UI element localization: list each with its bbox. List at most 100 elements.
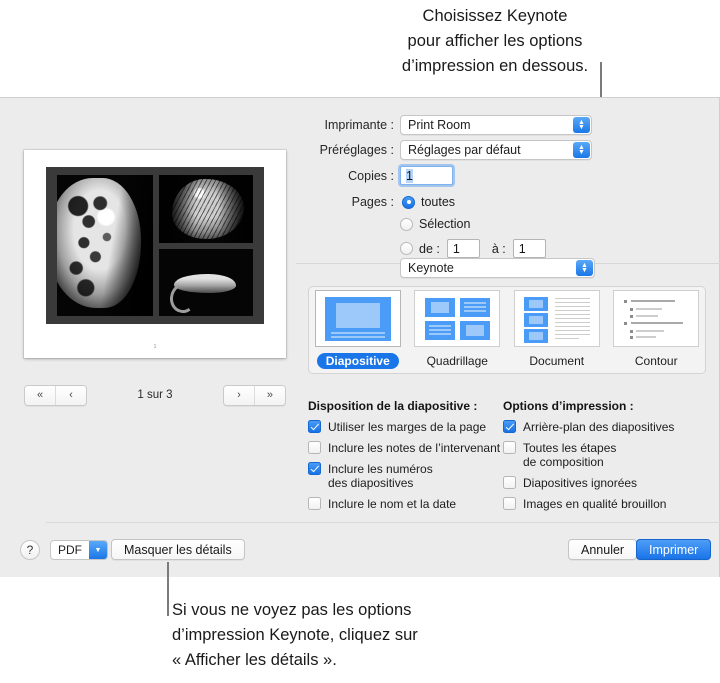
layout-options-group: Diapositive Quadrillage Document Contour xyxy=(308,290,706,369)
preview-slide xyxy=(46,167,264,324)
print-options-title: Options d’impression : xyxy=(503,399,634,413)
checkbox-row-all-build-stages[interactable]: Toutes les étapes de composition xyxy=(503,441,708,469)
pages-to-input[interactable]: 1 xyxy=(512,239,546,258)
checkbox-label: Images en qualité brouillon xyxy=(523,497,667,511)
checkbox-label: Inclure le nom et la date xyxy=(328,497,457,511)
checkbox-row-include-presenter-notes[interactable]: Inclure les notes de l’intervenant xyxy=(308,441,508,455)
pages-all-radio[interactable]: toutes xyxy=(402,195,455,209)
copies-row: Copies : 1 xyxy=(296,166,453,185)
layout-option-label: Quadrillage xyxy=(426,354,488,368)
checkbox-icon xyxy=(308,441,321,454)
parrot-photo xyxy=(159,175,253,243)
slide-thumbnail-icon xyxy=(314,290,401,347)
help-button[interactable]: ? xyxy=(20,540,40,560)
chevron-down-icon: ▼ xyxy=(89,541,107,559)
checkbox-icon xyxy=(308,497,321,510)
checkbox-label: Diapositives ignorées xyxy=(523,476,638,490)
hide-details-button[interactable]: Masquer les détails xyxy=(111,539,245,560)
copies-value: 1 xyxy=(406,168,413,183)
pages-range-row: de : 1 à : 1 xyxy=(400,239,546,258)
print-settings-panel: Imprimante : Print Room ▲ ▼ Préréglages :… xyxy=(296,98,720,522)
callout-text-top: Choisissez Keynote pour afficher les opt… xyxy=(401,7,589,75)
checkbox-label: Inclure les numéros des diapositives xyxy=(328,462,433,490)
layout-option-handout[interactable]: Document xyxy=(512,290,602,369)
app-popup-value: Keynote xyxy=(408,261,454,275)
callout-text-bottom: Si vous ne voyez pas les options d’impre… xyxy=(172,601,418,669)
pages-range-radio[interactable]: de : xyxy=(400,242,440,256)
checkbox-checked-icon xyxy=(308,462,321,475)
pdf-menu-button[interactable]: PDF ▼ xyxy=(50,540,108,560)
slide-layout-section: Disposition de la diapositive : Utiliser… xyxy=(308,399,508,518)
pages-label: Pages : xyxy=(351,195,394,209)
last-page-button[interactable]: » xyxy=(253,385,285,405)
pages-all-label: toutes xyxy=(421,195,456,209)
preview-page: 1 xyxy=(24,150,286,358)
pages-to-value: 1 xyxy=(518,241,526,256)
preview-nav-forward-group: › » xyxy=(222,384,286,406)
chevron-updown-icon: ▲ ▼ xyxy=(576,260,593,276)
presets-popup-button[interactable]: Réglages par défaut ▲ ▼ xyxy=(400,140,592,160)
slide-layout-title: Disposition de la diapositive : xyxy=(308,399,478,413)
cancel-button[interactable]: Annuler xyxy=(568,539,638,560)
pages-from-input[interactable]: 1 xyxy=(446,239,480,258)
pages-from-label: de : xyxy=(419,241,440,256)
callout-leader-line-bottom xyxy=(167,562,169,616)
checkbox-label: Toutes les étapes de composition xyxy=(523,441,617,469)
leopard-photo xyxy=(57,175,153,316)
chevron-updown-icon: ▲ ▼ xyxy=(573,117,590,133)
print-button[interactable]: Imprimer xyxy=(636,539,712,560)
layout-option-outline[interactable]: Contour xyxy=(611,290,701,369)
presets-row: Préréglages : Réglages par défaut ▲ ▼ xyxy=(296,140,592,160)
checkbox-row-slide-backgrounds[interactable]: Arrière-plan des diapositives xyxy=(503,420,708,434)
pages-selection-radio[interactable]: Sélection xyxy=(400,217,470,231)
checkbox-icon xyxy=(503,497,516,510)
radio-selected-icon xyxy=(402,195,415,209)
next-page-button[interactable]: › xyxy=(223,385,254,405)
checkbox-label: Inclure les notes de l’intervenant xyxy=(328,441,501,455)
checkbox-row-include-name-and-date[interactable]: Inclure le nom et la date xyxy=(308,497,508,511)
pages-selection-label: Sélection xyxy=(419,217,471,231)
grid-thumbnail-icon xyxy=(414,290,501,347)
radio-icon xyxy=(400,217,413,231)
preview-navigation-bar: « ‹ 1 sur 3 › » xyxy=(24,384,286,406)
checkbox-icon xyxy=(503,476,516,489)
layout-option-label: Document xyxy=(529,354,585,368)
chameleon-photo xyxy=(159,249,253,316)
pdf-button-label: PDF xyxy=(58,543,82,557)
radio-icon xyxy=(400,242,413,255)
checkbox-label: Arrière-plan des diapositives xyxy=(523,420,675,434)
layout-option-slide[interactable]: Diapositive xyxy=(313,290,403,369)
bottom-divider xyxy=(46,522,720,523)
checkbox-checked-icon xyxy=(308,420,321,433)
presets-label: Préréglages : xyxy=(319,143,394,157)
page-counter-label: 1 sur 3 xyxy=(137,389,173,401)
preview-page-number: 1 xyxy=(153,344,157,350)
layout-option-label: Contour xyxy=(634,354,678,368)
print-dialog: 1 « ‹ 1 sur 3 › » Imprimante : Print Roo… xyxy=(0,97,720,577)
printer-popup-button[interactable]: Print Room ▲ ▼ xyxy=(400,115,592,135)
copies-label: Copies : xyxy=(348,168,394,183)
presets-value: Réglages par défaut xyxy=(408,143,521,157)
printer-row: Imprimante : Print Room ▲ ▼ xyxy=(296,115,592,135)
copies-input[interactable]: 1 xyxy=(400,166,453,185)
outline-thumbnail-icon xyxy=(613,290,700,347)
checkbox-row-use-page-margins[interactable]: Utiliser les marges de la page xyxy=(308,420,508,434)
print-preview-panel: 1 « ‹ 1 sur 3 › » xyxy=(0,98,296,522)
previous-page-button[interactable]: ‹ xyxy=(55,385,86,405)
checkbox-row-skipped-slides[interactable]: Diapositives ignorées xyxy=(503,476,708,490)
checkbox-label: Utiliser les marges de la page xyxy=(328,420,487,434)
printer-label: Imprimante : xyxy=(324,118,394,132)
checkbox-checked-icon xyxy=(503,420,516,433)
app-popup-button[interactable]: Keynote ▲ ▼ xyxy=(400,258,595,278)
chevron-updown-icon: ▲ ▼ xyxy=(573,142,590,158)
dialog-bottom-bar: ? PDF ▼ Masquer les détails Annuler Impr… xyxy=(0,522,720,578)
pages-row: Pages : toutes xyxy=(296,195,455,209)
app-popup-row: Keynote ▲ ▼ xyxy=(400,258,595,278)
layout-option-grid[interactable]: Quadrillage xyxy=(412,290,502,369)
printer-value: Print Room xyxy=(408,118,471,132)
checkbox-row-include-slide-numbers[interactable]: Inclure les numéros des diapositives xyxy=(308,462,508,490)
first-page-button[interactable]: « xyxy=(25,385,55,405)
pages-selection-row: Sélection xyxy=(400,217,470,231)
checkbox-row-draft-quality-images[interactable]: Images en qualité brouillon xyxy=(503,497,708,511)
handout-thumbnail-icon xyxy=(513,290,600,347)
